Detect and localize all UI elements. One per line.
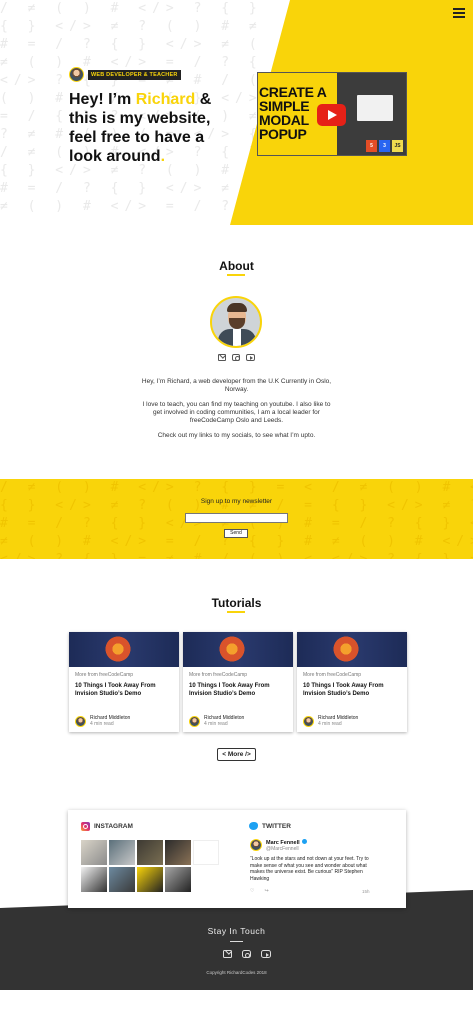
youtube-icon[interactable] [246,354,255,361]
video-thumbnail[interactable]: CREATE A SIMPLE MODAL POPUP 5 3 JS [257,72,407,156]
tweet-avatar[interactable] [250,839,262,851]
card-title[interactable]: 10 Things I Took Away From Invision Stud… [75,683,173,698]
footer-title: Stay In Touch [207,926,266,936]
tutorial-card[interactable]: More from freeCodeCamp 10 Things I Took … [69,632,179,732]
instagram-grid [81,840,221,892]
about-paragraph-3: Check out my links to my socials, to see… [157,432,316,439]
instagram-photo[interactable] [193,840,219,865]
avatar [69,67,84,82]
javascript-icon: JS [392,140,403,152]
mail-icon[interactable] [223,950,232,958]
tutorial-card[interactable]: More from freeCodeCamp 10 Things I Took … [183,632,293,732]
read-time: 4 min read [204,721,228,727]
instagram-icon [81,822,90,831]
share-icon[interactable]: ↪ [264,888,268,894]
tweet-author-handle[interactable]: @MarcFennell [266,846,299,852]
role-label: WEB DEVELOPER & TEACHER [88,69,181,80]
instagram-photo[interactable] [81,867,107,892]
hamburger-icon[interactable] [453,8,465,18]
play-icon[interactable] [317,104,346,126]
headline-period: . [160,148,166,165]
read-time: 4 min read [90,721,114,727]
name-highlight: Richard [135,91,196,108]
instagram-label: INSTAGRAM [94,823,133,830]
css3-icon: 3 [379,140,390,152]
tutorial-card[interactable]: More from freeCodeCamp 10 Things I Took … [297,632,407,732]
about-social-links [218,354,255,361]
twitter-header: TWITTER [249,822,291,830]
greeting-text: Hey! I’m [69,91,132,108]
instagram-photo[interactable] [109,840,135,865]
twitter-label: TWITTER [262,822,291,830]
social-feeds-box: INSTAGRAM TWITTER Marc Fennell @MarcFenn… [68,810,406,908]
tweet-time: 15h [362,889,370,894]
twitter-icon [249,822,258,830]
author-avatar [189,715,200,727]
card-image [69,632,179,667]
tweet-actions: ♡ ↪ [250,888,370,894]
card-image [183,632,293,667]
more-tutorials-button[interactable]: < More /> [217,748,256,761]
footer-divider [230,941,243,942]
role-badge: WEB DEVELOPER & TEACHER [69,67,181,82]
card-source: More from freeCodeCamp [303,672,362,678]
newsletter-section: / ≠ ( ) # </> ? { } = < / ≠ ( ) # </> ? … [0,479,473,559]
instagram-photo[interactable] [137,867,163,892]
html5-icon: 5 [366,140,377,152]
tutorials-underline [227,611,245,613]
about-paragraph-2: I love to teach, you can find my teachin… [142,401,331,424]
read-time: 4 min read [318,721,342,727]
card-source: More from freeCodeCamp [189,672,248,678]
copyright-text: Copyright RichardCodes 2018 [206,970,267,975]
send-button[interactable]: Send [224,529,248,538]
tutorials-title: Tutorials [211,596,262,610]
card-title[interactable]: 10 Things I Took Away From Invision Stud… [303,683,401,698]
instagram-photo[interactable] [137,840,163,865]
like-icon[interactable]: ♡ [250,888,254,894]
about-text: Hey, I’m Richard, a web developer from t… [140,378,333,447]
profile-photo [210,296,262,348]
instagram-header: INSTAGRAM [81,822,133,831]
about-title: About [219,259,254,273]
card-author-row: Richard Middleton 4 min read [303,715,358,727]
card-author-row: Richard Middleton 4 min read [75,715,130,727]
instagram-photo[interactable] [109,867,135,892]
card-author-row: Richard Middleton 4 min read [189,715,244,727]
instagram-photo[interactable] [165,840,191,865]
newsletter-email-input[interactable] [185,513,288,523]
youtube-icon[interactable] [261,950,271,958]
footer-social-links [223,950,271,958]
author-avatar [303,715,314,727]
author-avatar [75,715,86,727]
page: / ≠ ( ) # </> ? { } = < { } </> ≠ ? ( ) … [0,0,473,1024]
about-underline [227,274,245,276]
hero-headline: Hey! I’m Richard & this is my website, f… [69,90,229,166]
instagram-icon[interactable] [242,950,251,958]
hero-section: / ≠ ( ) # </> ? { } = < { } </> ≠ ? ( ) … [0,0,473,225]
tutorial-cards: More from freeCodeCamp 10 Things I Took … [69,632,407,732]
tweet-text: “Look up at the stars and not down at yo… [250,856,369,882]
verified-icon [301,839,307,844]
card-title[interactable]: 10 Things I Took Away From Invision Stud… [189,683,287,698]
instagram-icon[interactable] [232,354,240,361]
card-source: More from freeCodeCamp [75,672,134,678]
mail-icon[interactable] [218,354,226,361]
card-image [297,632,407,667]
tweet-author-name[interactable]: Marc Fennell [266,839,307,846]
instagram-photo[interactable] [81,840,107,865]
instagram-photo[interactable] [165,867,191,892]
newsletter-label: Sign up to my newsletter [200,498,273,505]
tech-logos: 5 3 JS [366,140,403,152]
about-paragraph-1: Hey, I’m Richard, a web developer from t… [141,378,332,393]
